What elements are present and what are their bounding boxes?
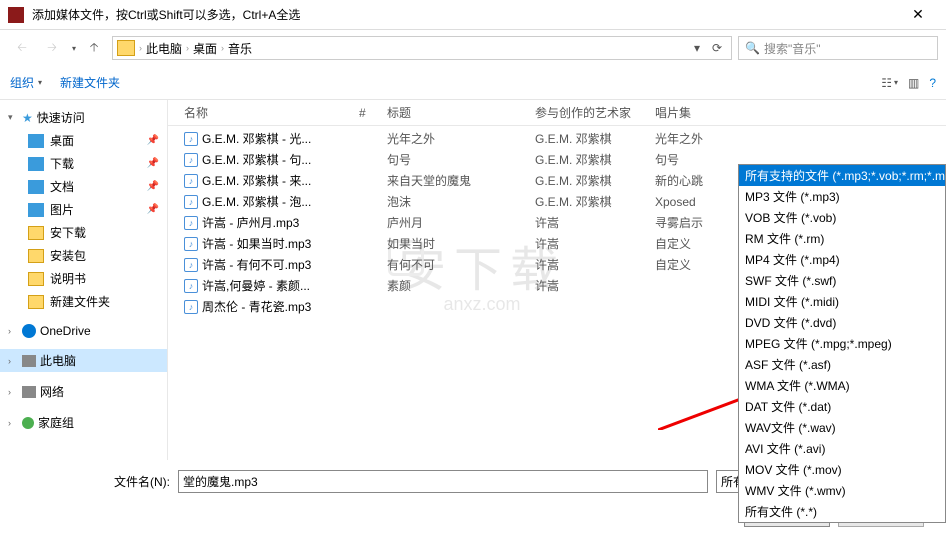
sidebar-item-folder[interactable]: 说明书 [0, 267, 167, 290]
sidebar-item-folder[interactable]: 新建文件夹 [0, 290, 167, 313]
close-button[interactable]: ✕ [898, 6, 938, 23]
window-title: 添加媒体文件，按Ctrl或Shift可以多选，Ctrl+A全选 [32, 6, 898, 23]
filetype-option[interactable]: 所有文件 (*.*) [739, 501, 945, 522]
col-num[interactable]: # [353, 100, 381, 125]
folder-icon [117, 40, 135, 56]
history-dropdown[interactable]: ▾ [72, 44, 76, 53]
breadcrumb-item[interactable]: 桌面 [189, 40, 221, 57]
filetype-option[interactable]: MP4 文件 (*.mp4) [739, 249, 945, 270]
titlebar: 添加媒体文件，按Ctrl或Shift可以多选，Ctrl+A全选 ✕ [0, 0, 946, 30]
preview-pane-button[interactable]: ▥ [908, 76, 919, 90]
main-area: ▾★ 快速访问 桌面📌 下载📌 文档📌 图片📌 安下载 安装包 说明书 新建文件… [0, 100, 946, 460]
filename-input[interactable] [178, 470, 708, 493]
filetype-option[interactable]: AVI 文件 (*.avi) [739, 438, 945, 459]
music-icon: ♪ [184, 258, 198, 272]
search-placeholder: 搜索"音乐" [764, 40, 821, 57]
filetype-option[interactable]: SWF 文件 (*.swf) [739, 270, 945, 291]
filetype-option[interactable]: MOV 文件 (*.mov) [739, 459, 945, 480]
app-icon [8, 7, 24, 23]
breadcrumb-item[interactable]: 音乐 [224, 40, 256, 57]
breadcrumb-item[interactable]: 此电脑 [142, 40, 186, 57]
search-icon: 🔍 [745, 41, 760, 55]
col-artist[interactable]: 参与创作的艺术家 [529, 100, 649, 125]
music-icon: ♪ [184, 174, 198, 188]
filename-label: 文件名(N): [80, 473, 170, 490]
sidebar-homegroup[interactable]: ›家庭组 [0, 411, 167, 434]
filetype-option[interactable]: WMV 文件 (*.wmv) [739, 480, 945, 501]
nav-bar: 🡠 🡢 ▾ 🡡 › 此电脑 › 桌面 › 音乐 ▾ ⟳ 🔍 搜索"音乐" [0, 30, 946, 66]
address-bar[interactable]: › 此电脑 › 桌面 › 音乐 ▾ ⟳ [112, 36, 732, 60]
search-input[interactable]: 🔍 搜索"音乐" [738, 36, 938, 60]
filetype-option[interactable]: WAV文件 (*.wav) [739, 417, 945, 438]
filetype-option[interactable]: WMA 文件 (*.WMA) [739, 375, 945, 396]
file-row[interactable]: ♪G.E.M. 邓紫棋 - 光...光年之外G.E.M. 邓紫棋光年之外 [168, 128, 946, 149]
filetype-option[interactable]: MP3 文件 (*.mp3) [739, 186, 945, 207]
col-title[interactable]: 标题 [381, 100, 529, 125]
music-icon: ♪ [184, 153, 198, 167]
music-icon: ♪ [184, 237, 198, 251]
sidebar-item-folder[interactable]: 安装包 [0, 244, 167, 267]
sidebar-item-desktop[interactable]: 桌面📌 [0, 129, 167, 152]
filetype-dropdown[interactable]: 所有支持的文件 (*.mp3;*.vob;*.rm;*.mMP3 文件 (*.m… [738, 164, 946, 523]
sidebar-network[interactable]: ›网络 [0, 380, 167, 403]
music-icon: ♪ [184, 216, 198, 230]
sidebar-item-documents[interactable]: 文档📌 [0, 175, 167, 198]
refresh-button[interactable]: ⟳ [707, 41, 727, 55]
sidebar-item-downloads[interactable]: 下载📌 [0, 152, 167, 175]
music-icon: ♪ [184, 132, 198, 146]
col-name[interactable]: 名称 [178, 100, 353, 125]
back-button[interactable]: 🡠 [8, 36, 36, 60]
help-button[interactable]: ? [929, 76, 936, 90]
sidebar-this-pc[interactable]: ›此电脑 [0, 349, 167, 372]
music-icon: ♪ [184, 279, 198, 293]
up-button[interactable]: 🡡 [82, 36, 106, 60]
filetype-option[interactable]: MPEG 文件 (*.mpg;*.mpeg) [739, 333, 945, 354]
filetype-option[interactable]: MIDI 文件 (*.midi) [739, 291, 945, 312]
sidebar-onedrive[interactable]: ›OneDrive [0, 321, 167, 341]
view-options[interactable]: ☷ ▾ [881, 76, 898, 90]
filetype-option[interactable]: DVD 文件 (*.dvd) [739, 312, 945, 333]
new-folder-button[interactable]: 新建文件夹 [60, 74, 120, 91]
organize-menu[interactable]: 组织▾ [10, 74, 42, 91]
column-headers: 名称 # 标题 参与创作的艺术家 唱片集 [168, 100, 946, 126]
music-icon: ♪ [184, 300, 198, 314]
music-icon: ♪ [184, 195, 198, 209]
filetype-option[interactable]: VOB 文件 (*.vob) [739, 207, 945, 228]
filetype-option[interactable]: RM 文件 (*.rm) [739, 228, 945, 249]
col-album[interactable]: 唱片集 [649, 100, 749, 125]
filetype-option[interactable]: ASF 文件 (*.asf) [739, 354, 945, 375]
filetype-option[interactable]: DAT 文件 (*.dat) [739, 396, 945, 417]
quick-access[interactable]: ▾★ 快速访问 [0, 106, 167, 129]
forward-button: 🡢 [38, 36, 66, 60]
filetype-option[interactable]: 所有支持的文件 (*.mp3;*.vob;*.rm;*.m [739, 165, 945, 186]
toolbar: 组织▾ 新建文件夹 ☷ ▾ ▥ ? [0, 66, 946, 100]
address-dropdown[interactable]: ▾ [687, 41, 707, 55]
sidebar-item-folder[interactable]: 安下载 [0, 221, 167, 244]
file-list-area: 名称 # 标题 参与创作的艺术家 唱片集 ♪G.E.M. 邓紫棋 - 光...光… [168, 100, 946, 460]
sidebar-item-pictures[interactable]: 图片📌 [0, 198, 167, 221]
sidebar: ▾★ 快速访问 桌面📌 下载📌 文档📌 图片📌 安下载 安装包 说明书 新建文件… [0, 100, 168, 460]
